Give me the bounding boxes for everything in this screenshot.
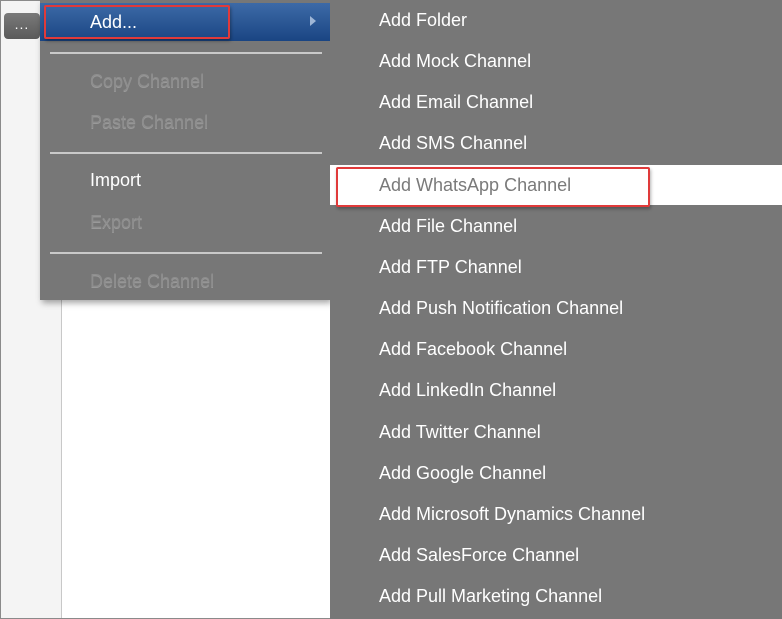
submenu-item-add-twitter-channel[interactable]: Add Twitter Channel xyxy=(330,412,782,452)
menu-item-delete-channel[interactable]: Delete Channel xyxy=(40,263,330,299)
menu-item-paste-channel[interactable]: Paste Channel xyxy=(40,104,330,140)
menu-separator xyxy=(50,252,322,254)
submenu-item-add-pull-marketing-channel[interactable]: Add Pull Marketing Channel xyxy=(330,576,782,616)
submenu-arrow-icon xyxy=(310,16,316,26)
submenu-item-add-ftp-channel[interactable]: Add FTP Channel xyxy=(330,247,782,287)
menu-item-export[interactable]: Export xyxy=(40,204,330,240)
add-highlight-box xyxy=(44,5,230,39)
more-options-button[interactable]: ... xyxy=(4,13,40,39)
menu-item-import[interactable]: Import xyxy=(40,162,330,198)
submenu-item-add-mock-channel[interactable]: Add Mock Channel xyxy=(330,41,782,81)
submenu-item-add-facebook-channel[interactable]: Add Facebook Channel xyxy=(330,329,782,369)
whatsapp-highlight-box xyxy=(336,167,650,207)
menu-separator xyxy=(50,152,322,154)
submenu-item-add-folder[interactable]: Add Folder xyxy=(330,0,782,40)
submenu-item-add-email-channel[interactable]: Add Email Channel xyxy=(330,82,782,122)
submenu-item-add-linkedin-channel[interactable]: Add LinkedIn Channel xyxy=(330,370,782,410)
submenu-item-add-microsoft-dynamics-channel[interactable]: Add Microsoft Dynamics Channel xyxy=(330,494,782,534)
submenu-item-add-sms-channel[interactable]: Add SMS Channel xyxy=(330,123,782,163)
submenu-item-add-salesforce-channel[interactable]: Add SalesForce Channel xyxy=(330,535,782,575)
submenu-item-add-file-channel[interactable]: Add File Channel xyxy=(330,206,782,246)
add-submenu: Add Folder Add Mock Channel Add Email Ch… xyxy=(330,0,782,619)
submenu-item-add-google-channel[interactable]: Add Google Channel xyxy=(330,453,782,493)
menu-item-copy-channel[interactable]: Copy Channel xyxy=(40,63,330,99)
menu-separator xyxy=(50,52,322,54)
context-menu: Add... Copy Channel Paste Channel Import… xyxy=(40,0,330,300)
submenu-item-add-push-notification-channel[interactable]: Add Push Notification Channel xyxy=(330,288,782,328)
